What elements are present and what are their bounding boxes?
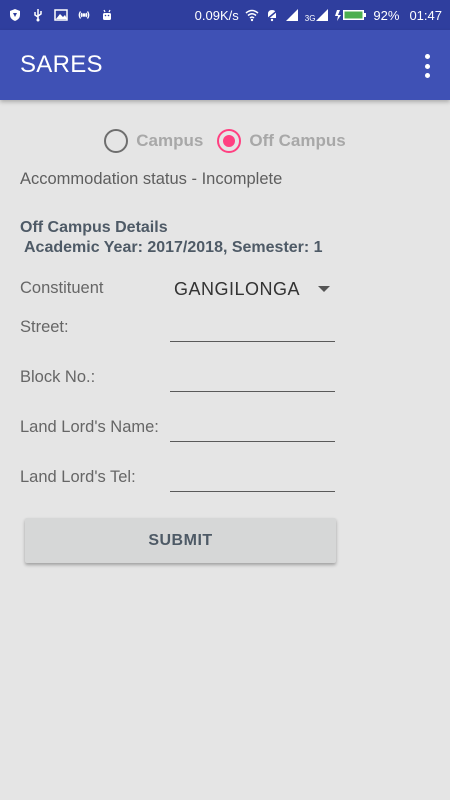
network-type: 3G	[304, 13, 316, 23]
landlord-name-input[interactable]	[170, 414, 335, 442]
signal-icon	[285, 9, 298, 21]
overflow-menu-button[interactable]	[420, 52, 434, 80]
landlord-name-label: Land Lord's Name:	[20, 418, 159, 436]
shield-icon	[10, 9, 20, 21]
radio-checked-icon	[217, 129, 242, 153]
constituent-spinner[interactable]: GANGILONGA	[174, 277, 334, 301]
battery-icon	[335, 10, 367, 21]
accommodation-status: Accommodation status - Incomplete	[20, 170, 283, 188]
more-vert-icon	[424, 63, 430, 69]
details-title: Off Campus Details	[20, 219, 168, 236]
block-no-input[interactable]	[170, 364, 335, 392]
details-subtitle: Academic Year: 2017/2018, Semester: 1	[24, 239, 323, 256]
landlord-tel-label: Land Lord's Tel:	[20, 468, 136, 486]
landlord-tel-input[interactable]	[170, 464, 335, 492]
status-bar: 0.09K/s 3G 92% 01:47	[0, 0, 450, 30]
radio-off-campus-label: Off Campus	[249, 131, 346, 150]
block-no-label: Block No.:	[20, 368, 96, 386]
app-title: SARES	[20, 51, 103, 78]
constituent-value: GANGILONGA	[174, 278, 301, 299]
clock: 01:47	[409, 7, 442, 23]
status-bar-right: 0.09K/s 3G 92% 01:47	[195, 8, 442, 23]
radio-campus-label: Campus	[136, 131, 204, 150]
radio-campus[interactable]: Campus	[104, 129, 203, 153]
image-icon	[54, 9, 68, 21]
alarm-off-icon	[265, 9, 279, 22]
radio-unchecked-icon	[104, 129, 129, 153]
more-vert-icon	[424, 54, 430, 59]
status-bar-left	[8, 8, 114, 22]
street-input[interactable]	[170, 314, 335, 342]
more-vert-icon	[424, 73, 430, 78]
battery-level: 92%	[373, 7, 400, 23]
wifi-icon	[245, 9, 259, 22]
android-icon	[103, 9, 111, 20]
network-speed: 0.09K/s	[194, 7, 239, 23]
street-label: Street:	[20, 318, 69, 336]
accommodation-type-radio-group: Campus Off Campus	[0, 127, 450, 155]
dropdown-arrow-icon	[318, 286, 330, 292]
signal-icon	[316, 9, 329, 21]
hotspot-icon	[78, 11, 90, 19]
constituent-label: Constituent	[20, 279, 104, 297]
submit-button[interactable]: SUBMIT	[25, 518, 336, 563]
usb-icon	[34, 9, 42, 22]
radio-off-campus[interactable]: Off Campus	[217, 129, 346, 153]
app-bar: SARES	[0, 30, 450, 100]
